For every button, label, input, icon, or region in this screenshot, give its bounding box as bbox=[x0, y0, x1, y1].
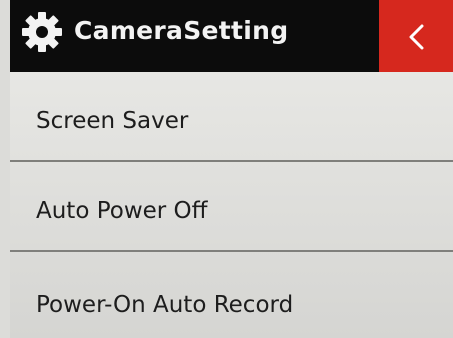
camera-setting-screen: CameraSetting Screen Saver Auto Power Of… bbox=[0, 0, 453, 338]
menu-item-screen-saver[interactable]: Screen Saver bbox=[10, 72, 453, 162]
menu-item-label: Screen Saver bbox=[36, 108, 189, 134]
menu-item-label: Power-On Auto Record bbox=[36, 292, 294, 318]
menu-item-label: Auto Power Off bbox=[36, 198, 208, 224]
back-button[interactable] bbox=[379, 0, 453, 72]
settings-menu: Screen Saver Auto Power Off Power-On Aut… bbox=[10, 72, 453, 338]
gear-icon bbox=[20, 10, 64, 54]
header-bar: CameraSetting bbox=[10, 0, 453, 72]
chevron-left-icon bbox=[409, 24, 424, 50]
page-title: CameraSetting bbox=[74, 16, 289, 45]
menu-item-auto-power-off[interactable]: Auto Power Off bbox=[10, 162, 453, 252]
menu-item-power-on-auto-record[interactable]: Power-On Auto Record bbox=[10, 252, 453, 338]
